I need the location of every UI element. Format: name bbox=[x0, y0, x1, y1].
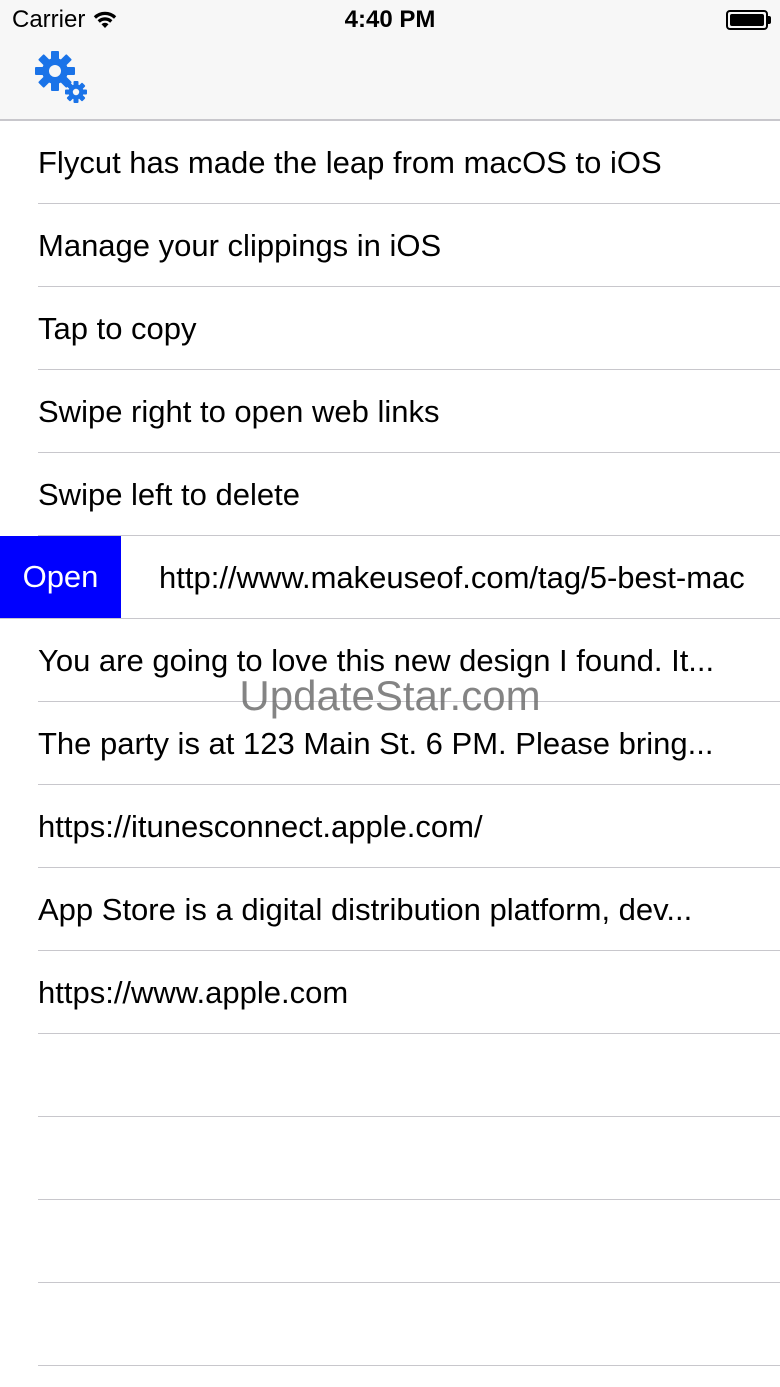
app-screen: Carrier 4:40 PM Flycut has made the leap… bbox=[0, 0, 780, 1387]
empty-row bbox=[0, 1034, 780, 1117]
status-time: 4:40 PM bbox=[344, 6, 436, 33]
clipping-row[interactable]: Flycut has made the leap from macOS to i… bbox=[0, 121, 780, 204]
empty-row bbox=[0, 1200, 780, 1283]
settings-button[interactable] bbox=[34, 50, 92, 106]
empty-row bbox=[0, 1117, 780, 1200]
clipping-label: The party is at 123 Main St. 6 PM. Pleas… bbox=[38, 726, 714, 761]
clipping-row[interactable]: You are going to love this new design I … bbox=[0, 619, 780, 702]
open-link-button[interactable]: Open bbox=[0, 536, 121, 618]
gears-icon bbox=[35, 51, 87, 103]
clipping-row[interactable]: Tap to copy bbox=[0, 287, 780, 370]
clipping-row[interactable]: https://itunesconnect.apple.com/ bbox=[0, 785, 780, 868]
clipping-label: https://itunesconnect.apple.com/ bbox=[38, 809, 483, 844]
clipping-row[interactable]: App Store is a digital distribution plat… bbox=[0, 868, 780, 951]
clipping-label: Manage your clippings in iOS bbox=[38, 228, 442, 263]
clipping-label: http://www.makeuseof.com/tag/5-best-mac bbox=[159, 560, 745, 595]
clipping-label: You are going to love this new design I … bbox=[38, 643, 715, 678]
clipping-label: Tap to copy bbox=[38, 311, 197, 346]
clipping-row[interactable]: Swipe right to open web links bbox=[0, 370, 780, 453]
navigation-bar: Carrier 4:40 PM bbox=[0, 0, 780, 121]
clipping-label: App Store is a digital distribution plat… bbox=[38, 892, 693, 927]
clipping-row[interactable]: Swipe left to delete bbox=[0, 453, 780, 536]
clipping-row[interactable]: https://www.apple.com bbox=[0, 951, 780, 1034]
empty-row bbox=[0, 1283, 780, 1366]
battery-icon bbox=[726, 10, 772, 30]
clipping-row[interactable]: The party is at 123 Main St. 6 PM. Pleas… bbox=[0, 702, 780, 785]
clipping-label bbox=[38, 1283, 740, 1366]
clipping-label bbox=[38, 1034, 740, 1117]
clipping-label bbox=[38, 1117, 740, 1200]
clippings-list: Flycut has made the leap from macOS to i… bbox=[0, 121, 780, 1366]
clipping-label: Flycut has made the leap from macOS to i… bbox=[38, 145, 662, 180]
clipping-label: Swipe left to delete bbox=[38, 477, 300, 512]
clipping-row[interactable]: Manage your clippings in iOS bbox=[0, 204, 780, 287]
clipping-label: https://www.apple.com bbox=[38, 975, 349, 1010]
clipping-label: Swipe right to open web links bbox=[38, 394, 440, 429]
clipping-label bbox=[38, 1200, 740, 1283]
clipping-row-swiped[interactable]: Open http://www.makeuseof.com/tag/5-best… bbox=[0, 536, 780, 619]
